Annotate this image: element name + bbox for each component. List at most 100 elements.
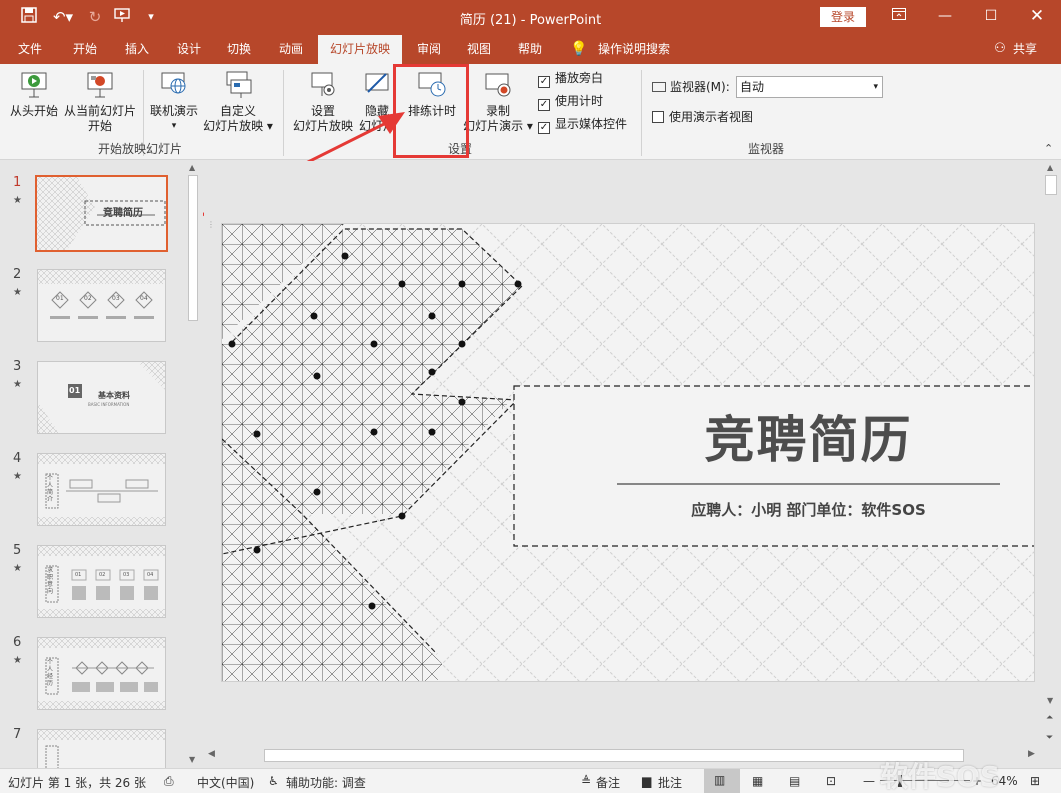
- chevron-down-icon: ▾: [873, 82, 878, 92]
- presenter-view-checkbox[interactable]: 使用演示者视图: [652, 109, 753, 125]
- from-current-slide-button[interactable]: 从当前幻灯片 开始: [62, 70, 138, 134]
- slide-canvas[interactable]: 竞聘简历 应聘人：小明 部门单位：软件SOS: [221, 223, 1035, 682]
- slide-number: 3: [13, 359, 22, 374]
- tab-transitions[interactable]: 切换: [216, 35, 262, 64]
- slide-thumbnail-3[interactable]: 01 基本资料 BASIC INFORMATION: [37, 361, 166, 434]
- monitor-label-text: 监视器(M):: [670, 80, 730, 94]
- record-label-2: 幻灯片演示: [463, 119, 524, 133]
- slide-thumbnail-6[interactable]: 个人经历: [37, 637, 166, 710]
- globe-presentation-icon: [159, 70, 189, 100]
- tab-animations[interactable]: 动画: [268, 35, 314, 64]
- scroll-up-icon[interactable]: ▲: [189, 163, 195, 172]
- tab-file[interactable]: 文件: [8, 35, 52, 64]
- tell-me-search[interactable]: 操作说明搜索: [594, 35, 674, 64]
- animation-star-icon: ★: [13, 287, 22, 298]
- from-beginning-button[interactable]: 从头开始: [6, 70, 62, 119]
- thumbnail-item: 04: [147, 572, 154, 578]
- slide-title[interactable]: 竞聘简历: [617, 400, 1000, 472]
- ribbon-display-options-icon[interactable]: [876, 0, 922, 33]
- show-media-controls-label: 显示媒体控件: [555, 117, 628, 131]
- tab-home[interactable]: 开始: [62, 35, 108, 64]
- tab-insert[interactable]: 插入: [114, 35, 160, 64]
- thumbnail-side-label: 求职意向: [47, 567, 54, 595]
- show-media-controls-checkbox[interactable]: ✓ 显示媒体控件: [538, 116, 627, 134]
- zoom-out-icon[interactable]: —: [863, 774, 875, 788]
- slide-count: 幻灯片 第 1 张，共 26 张: [8, 776, 146, 790]
- from-current-label-1: 从当前幻灯片: [63, 104, 136, 118]
- comments-button[interactable]: 批注: [658, 774, 682, 791]
- comments-icon[interactable]: ▆: [642, 774, 651, 788]
- play-narrations-label: 播放旁白: [555, 71, 604, 85]
- watermark-logo: 软件SOS: [880, 755, 1060, 793]
- tab-slideshow[interactable]: 幻灯片放映: [318, 35, 402, 64]
- next-slide-icon[interactable]: ⏷: [1046, 733, 1053, 743]
- slide-number: 1: [13, 175, 22, 190]
- minimize-button[interactable]: —: [922, 0, 968, 33]
- scroll-thumb[interactable]: [1045, 175, 1057, 195]
- tab-view[interactable]: 视图: [456, 35, 502, 64]
- slide-thumbnail-1[interactable]: 竞聘简历: [35, 175, 168, 252]
- slide-sorter-icon[interactable]: ▦: [752, 774, 763, 788]
- slide-thumbnail-4[interactable]: 个人简介: [37, 453, 166, 526]
- scroll-down-icon[interactable]: ▼: [1047, 696, 1053, 705]
- scroll-thumb[interactable]: [188, 175, 198, 321]
- share-button[interactable]: 共享: [1010, 35, 1040, 64]
- sign-in-button[interactable]: 登录: [820, 7, 866, 27]
- record-slideshow-button[interactable]: 录制 幻灯片演示 ▾: [462, 70, 534, 134]
- group-monitors: 监视器: [747, 142, 784, 156]
- spell-check-icon[interactable]: ⎙: [164, 774, 174, 789]
- use-timings-checkbox[interactable]: ✓ 使用计时: [538, 93, 603, 111]
- slide-number: 2: [13, 267, 22, 282]
- monitor-select[interactable]: 自动 ▾: [736, 76, 883, 98]
- thumbnail-item: 02: [84, 295, 92, 302]
- accessibility-status[interactable]: 辅助功能: 调查: [286, 774, 366, 791]
- from-current-label-2: 开始: [87, 119, 112, 133]
- thumbnail-scrollbar[interactable]: ▲ ▼: [185, 161, 202, 768]
- animation-star-icon: ★: [13, 195, 22, 206]
- notes-icon[interactable]: ≜: [581, 774, 591, 788]
- scroll-left-icon[interactable]: ◀: [208, 749, 215, 759]
- thumbnail-title: 基本资料: [98, 391, 130, 400]
- slide-thumbnail-5[interactable]: 求职意向 01 02 03 04: [37, 545, 166, 618]
- thumbnail-badge: 01: [69, 386, 81, 395]
- notes-button[interactable]: 备注: [596, 774, 620, 791]
- from-beginning-label: 从头开始: [9, 104, 58, 118]
- slide-thumbnail-7[interactable]: [37, 729, 166, 768]
- collapse-ribbon-icon[interactable]: ⌃: [1044, 142, 1053, 155]
- slideshow-view-icon[interactable]: ⊡: [826, 774, 836, 788]
- checkbox-unchecked-icon: [652, 111, 664, 123]
- ribbon-tabs: 文件 开始 插入 设计 切换 动画 幻灯片放映 审阅 视图 帮助 💡 操作说明搜…: [0, 35, 1061, 64]
- language-indicator[interactable]: 中文(中国): [197, 774, 254, 791]
- slideshow-play-icon: [19, 70, 49, 100]
- setup-show-icon: [308, 70, 338, 100]
- animation-star-icon: ★: [13, 655, 22, 666]
- scroll-up-icon[interactable]: ▲: [1047, 163, 1053, 172]
- animation-star-icon: ★: [13, 471, 22, 482]
- thumbnail-item: 01: [75, 572, 82, 578]
- lightbulb-icon: 💡: [570, 41, 588, 57]
- scroll-thumb[interactable]: [264, 749, 964, 762]
- maximize-button[interactable]: ☐: [968, 0, 1014, 33]
- previous-slide-icon[interactable]: ⏶: [1046, 713, 1053, 723]
- tab-help[interactable]: 帮助: [507, 35, 553, 64]
- custom-show-icon: [223, 70, 253, 100]
- slide-subtitle[interactable]: 应聘人：小明 部门单位：软件SOS: [617, 499, 1000, 520]
- title-bar: ↶▾ ↻ ▾ 简历 (21) - PowerPoint 登录 — ☐ ✕: [0, 0, 1061, 35]
- tab-review[interactable]: 审阅: [406, 35, 452, 64]
- tab-design[interactable]: 设计: [166, 35, 212, 64]
- play-narrations-checkbox[interactable]: ✓ 播放旁白: [538, 70, 603, 88]
- reading-view-icon[interactable]: ▤: [789, 774, 800, 788]
- scroll-down-icon[interactable]: ▼: [189, 755, 195, 764]
- thumbnail-side-label: 个人简介: [47, 475, 54, 503]
- thumbnail-item: 01: [56, 295, 64, 302]
- slideshow-current-icon: [85, 70, 115, 100]
- presenter-view-label: 使用演示者视图: [669, 110, 754, 124]
- thumbnail-item: 03: [123, 572, 130, 578]
- accessibility-icon[interactable]: ♿: [268, 774, 279, 788]
- slide-number: 5: [13, 543, 22, 558]
- watermark-text: 软件SOS: [880, 760, 1001, 793]
- close-button[interactable]: ✕: [1014, 0, 1060, 33]
- thumbnail-item: 04: [140, 295, 148, 302]
- slide-vertical-scrollbar[interactable]: ▲ ▼ ⏶ ⏷: [1042, 161, 1061, 768]
- slide-thumbnail-2[interactable]: 01 02 03 04: [37, 269, 166, 342]
